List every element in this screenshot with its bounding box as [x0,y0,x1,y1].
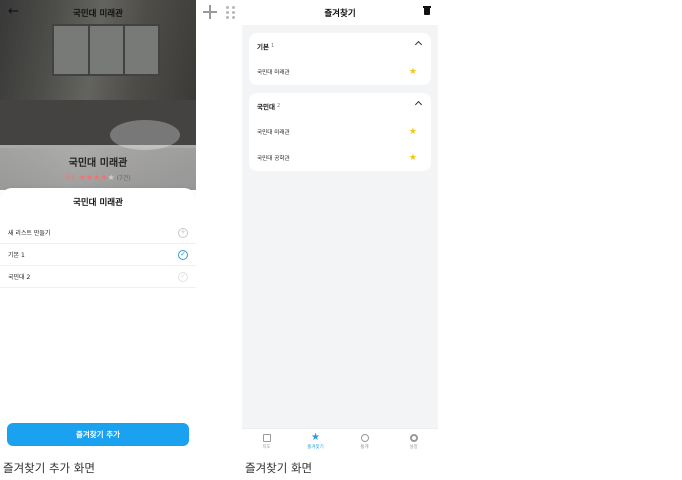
photo-window [52,24,160,76]
top-bar: ← 국민대 미래관 [0,0,196,26]
rating-score: 3.9 [65,174,75,181]
list-row-label: 국민대 2 [8,274,31,281]
page-title: 즐겨찾기 [324,9,356,19]
group-name: 기본 [257,43,269,51]
check-circle-icon[interactable]: ✓ [178,271,188,282]
group-name: 국민대 [257,103,275,111]
list-row-label: 기본 1 [8,252,25,259]
favorite-group: 국민대 2 국민대 미래관 ★ 국민대 공학관 ★ [249,93,431,171]
rating-row: 3.9 ★★★★★ (7건) [0,173,196,182]
star-icon[interactable]: ★ [409,153,417,163]
caption-right: 즐겨찾기 화면 [245,461,313,475]
place-name: 국민대 미래관 [68,158,128,169]
list-row-default[interactable]: 기본 1 ✓ [0,244,196,266]
list-item[interactable]: 국민대 미래관 ★ [249,119,431,145]
new-list-label: 새 리스트 만들기 [8,230,51,237]
star-icon: ★ [311,432,320,443]
star-icon[interactable]: ★ [409,127,417,137]
tab-label: 즐겨찾기 [307,445,324,450]
chart-icon [360,434,369,442]
group-header[interactable]: 기본 1 [249,33,431,59]
rating-stars: ★★★★★ [79,173,115,182]
bottom-sheet: 국민대 미래관 새 리스트 만들기 + 기본 1 ✓ 국민대 2 ✓ [0,188,196,455]
add-circle-icon[interactable]: + [178,227,188,238]
tab-label: 설정 [409,445,418,450]
star-empty-icon: ★ [107,173,115,182]
drag-handle-icon[interactable] [226,6,236,19]
tab-settings[interactable]: 설정 [389,429,438,455]
item-label: 국민대 미래관 [257,130,290,136]
tab-label: 통계 [360,445,369,450]
chevron-up-icon[interactable] [414,100,423,109]
add-favorite-screen: ← 국민대 미래관 국민대 미래관 3.9 ★★★★★ (7건) 국민대 미래관… [0,0,196,455]
tab-label: 지도 [262,445,271,450]
sheet-title: 국민대 미래관 [73,198,123,208]
new-list-row[interactable]: 새 리스트 만들기 + [0,222,196,244]
gear-icon [409,434,418,442]
map-icon [262,434,271,442]
favorite-group: 기본 1 국민대 미래관 ★ [249,33,431,85]
group-header[interactable]: 국민대 2 [249,93,431,119]
add-favorite-button[interactable]: 즐겨찾기 추가 [7,423,189,446]
caption-left: 즐겨찾기 추가 화면 [3,461,95,475]
list-item[interactable]: 국민대 공학관 ★ [249,145,431,171]
tab-map[interactable]: 지도 [242,429,291,455]
list-item[interactable]: 국민대 미래관 ★ [249,59,431,85]
trash-icon[interactable] [423,6,431,16]
star-icon: ★ [100,173,108,182]
tab-stats[interactable]: 통계 [340,429,389,455]
tab-favorites[interactable]: ★ 즐겨찾기 [291,429,340,455]
page-title: 국민대 미래관 [73,9,123,19]
check-circle-icon[interactable]: ✓ [178,249,188,260]
star-icon[interactable]: ★ [409,67,417,77]
group-count: 1 [270,43,275,49]
favorites-screen: 즐겨찾기 기본 1 국민대 미래관 ★ 국민대 2 국민대 미래관 ★ 국민대 … [242,0,438,455]
item-label: 국민대 공학관 [257,156,290,162]
item-label: 국민대 미래관 [257,70,290,76]
arrow-left-icon[interactable]: ← [8,4,24,20]
review-count: (7건) [116,175,131,182]
plus-icon[interactable] [203,5,217,19]
star-icon: ★ [78,173,86,182]
list-row-kookmin[interactable]: 국민대 2 ✓ [0,266,196,288]
chevron-up-icon[interactable] [414,40,423,49]
header: 즐겨찾기 [242,0,438,25]
bottom-tab-bar: 지도 ★ 즐겨찾기 통계 설정 [242,428,438,455]
group-count: 2 [276,103,281,109]
